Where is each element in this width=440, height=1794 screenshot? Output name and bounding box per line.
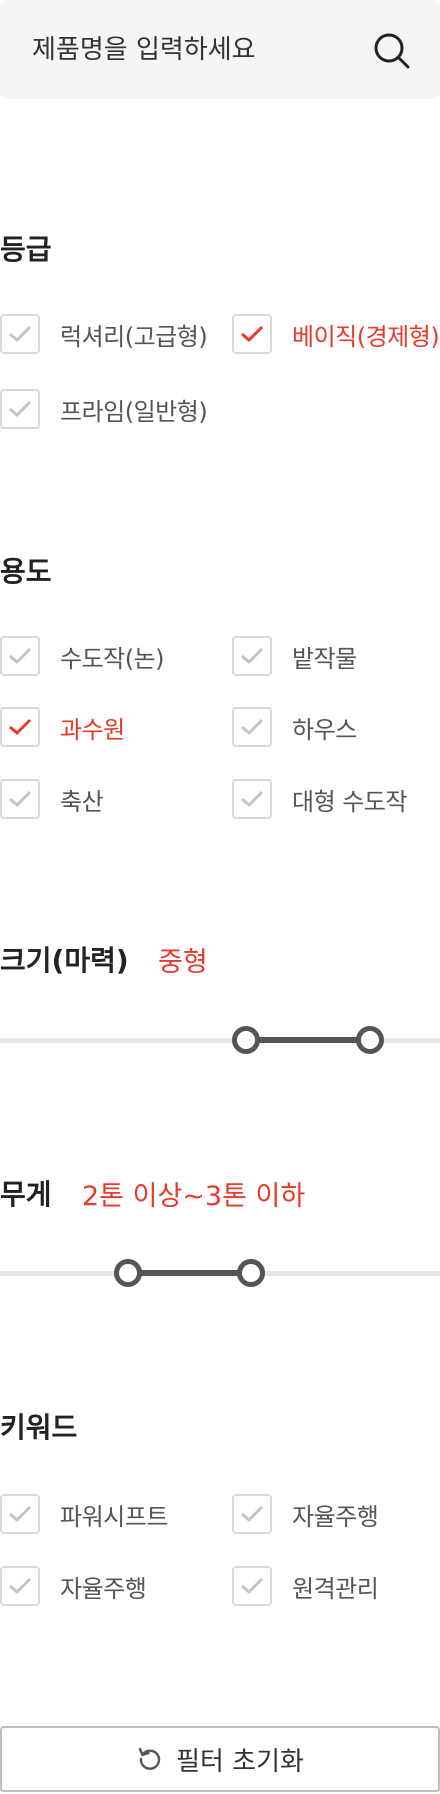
keyword-option-powershift[interactable]: 파워시프트 [0, 1494, 168, 1534]
option-label: 대형 수도작 [292, 787, 408, 816]
usage-title: 용도 [0, 555, 52, 588]
keyword-option-remote[interactable]: 원격관리 [232, 1566, 379, 1606]
check-icon [9, 1577, 32, 1595]
option-label: 자율주행 [292, 1502, 379, 1531]
option-label: 하우스 [292, 715, 357, 744]
checkbox[interactable] [232, 636, 272, 676]
option-label: 자율주행 [60, 1574, 147, 1603]
checkbox[interactable] [0, 707, 40, 747]
check-icon [9, 325, 32, 343]
checkbox[interactable] [232, 1566, 272, 1606]
checkbox[interactable] [0, 1566, 40, 1606]
weight-value: 2톤 이상~3톤 이하 [82, 1181, 306, 1212]
size-title: 크기(마력) [0, 944, 129, 977]
usage-option-greenhouse[interactable]: 하우스 [232, 707, 357, 747]
check-icon [9, 790, 32, 808]
checkbox[interactable] [0, 314, 40, 354]
option-label: 파워시프트 [60, 1502, 168, 1531]
grade-option-luxury[interactable]: 럭셔리(고급형) [0, 314, 208, 354]
checkbox[interactable] [0, 1494, 40, 1534]
check-icon [241, 1505, 264, 1523]
option-label: 수도작(논) [60, 644, 165, 673]
search-input[interactable] [32, 28, 362, 72]
checkbox[interactable] [232, 779, 272, 819]
checkbox[interactable] [0, 389, 40, 429]
option-label: 원격관리 [292, 1574, 379, 1603]
grade-option-prime[interactable]: 프라임(일반형) [0, 389, 208, 429]
search-icon[interactable] [372, 31, 412, 71]
check-icon [241, 718, 264, 736]
usage-option-paddy[interactable]: 수도작(논) [0, 636, 165, 676]
checkbox[interactable] [0, 636, 40, 676]
weight-title: 무게 [0, 1178, 52, 1211]
checkbox[interactable] [232, 1494, 272, 1534]
slider-min-handle[interactable] [113, 1259, 142, 1287]
option-label: 축산 [60, 787, 104, 816]
reset-icon [138, 1747, 161, 1770]
option-label: 프라임(일반형) [60, 397, 208, 426]
usage-option-livestock[interactable]: 축산 [0, 779, 104, 819]
reset-label: 필터 초기화 [176, 1746, 304, 1777]
slider-min-handle[interactable] [232, 1026, 261, 1054]
grade-option-basic[interactable]: 베이직(경제형) [232, 314, 440, 354]
search-bar [0, 0, 440, 99]
check-icon [9, 647, 32, 665]
reset-filter-button[interactable]: 필터 초기화 [0, 1726, 440, 1792]
option-label: 밭작물 [292, 644, 357, 673]
check-icon [241, 325, 264, 343]
keyword-title: 키워드 [0, 1411, 78, 1444]
slider-max-handle[interactable] [355, 1026, 384, 1054]
check-icon [241, 1577, 264, 1595]
checkbox[interactable] [0, 779, 40, 819]
check-icon [9, 400, 32, 418]
option-label: 과수원 [60, 715, 125, 744]
keyword-option-autonomous[interactable]: 자율주행 [232, 1494, 379, 1534]
check-icon [241, 647, 264, 665]
usage-option-field[interactable]: 밭작물 [232, 636, 357, 676]
check-icon [9, 1505, 32, 1523]
size-slider[interactable] [0, 1025, 440, 1055]
usage-option-large-paddy[interactable]: 대형 수도작 [232, 779, 408, 819]
checkbox[interactable] [232, 707, 272, 747]
keyword-option-autonomous-2[interactable]: 자율주행 [0, 1566, 147, 1606]
option-label: 베이직(경제형) [292, 322, 440, 351]
check-icon [241, 790, 264, 808]
slider-max-handle[interactable] [236, 1259, 265, 1287]
grade-title: 등급 [0, 233, 52, 266]
weight-slider[interactable] [0, 1258, 440, 1288]
checkbox[interactable] [232, 314, 272, 354]
slider-range [127, 1270, 251, 1276]
check-icon [9, 718, 32, 736]
size-value: 중형 [158, 947, 208, 978]
usage-option-orchard[interactable]: 과수원 [0, 707, 125, 747]
slider-range [246, 1037, 370, 1043]
option-label: 럭셔리(고급형) [60, 322, 208, 351]
